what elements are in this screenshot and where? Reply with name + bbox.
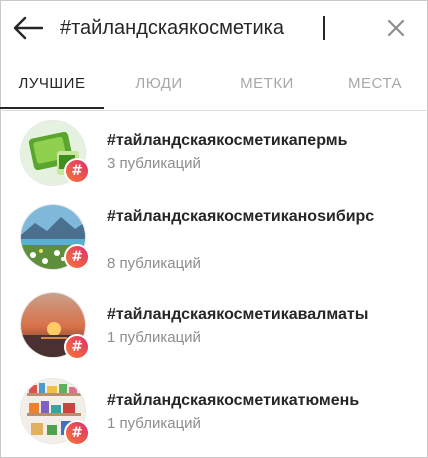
- back-button[interactable]: [6, 6, 50, 50]
- tab-places[interactable]: МЕСТА: [330, 64, 420, 108]
- hashtag-badge-icon: #: [64, 334, 90, 360]
- hashtag-name: #тайландскаякосметикатюмень: [107, 392, 360, 409]
- post-count: 1 публикаций: [107, 329, 201, 346]
- hashtag-badge-icon: #: [64, 244, 90, 270]
- tab-tags[interactable]: МЕТКИ: [222, 64, 312, 108]
- list-item[interactable]: # #тайландскаякосметикатюмень 1 публикац…: [0, 372, 428, 452]
- list-item[interactable]: # #тайландскаякосметиканоsибирс 8 публик…: [0, 200, 428, 284]
- search-bar: [0, 0, 428, 56]
- hashtag-name: #тайландскаякосметиканоsибирс: [107, 208, 375, 225]
- hashtag-name: #тайландскаякосметикавалматы: [107, 306, 369, 323]
- close-icon: [387, 19, 405, 37]
- list-item[interactable]: # #тайландскаякосметикапермь 3 публикаци…: [0, 116, 428, 196]
- active-tab-indicator: [0, 107, 104, 109]
- search-input[interactable]: [60, 12, 360, 44]
- arrow-left-icon: [13, 16, 44, 40]
- post-count: 3 публикаций: [107, 155, 201, 172]
- post-count: 8 публикаций: [107, 255, 201, 272]
- hashtag-badge-icon: #: [64, 420, 90, 446]
- tab-top[interactable]: ЛУЧШИЕ: [0, 64, 104, 108]
- hashtag-name: #тайландскаякосметикапермь: [107, 132, 348, 149]
- list-item[interactable]: # #тайландскаякосметикавалматы 1 публика…: [0, 288, 428, 368]
- search-tabs: ЛУЧШИЕ ЛЮДИ МЕТКИ МЕСТА: [0, 64, 428, 109]
- tabs-divider: [0, 110, 428, 111]
- hashtag-badge-icon: #: [64, 158, 90, 184]
- clear-search-button[interactable]: [376, 8, 416, 48]
- post-count: 1 публикаций: [107, 415, 201, 432]
- tab-people[interactable]: ЛЮДИ: [116, 64, 202, 108]
- text-caret: [323, 16, 325, 40]
